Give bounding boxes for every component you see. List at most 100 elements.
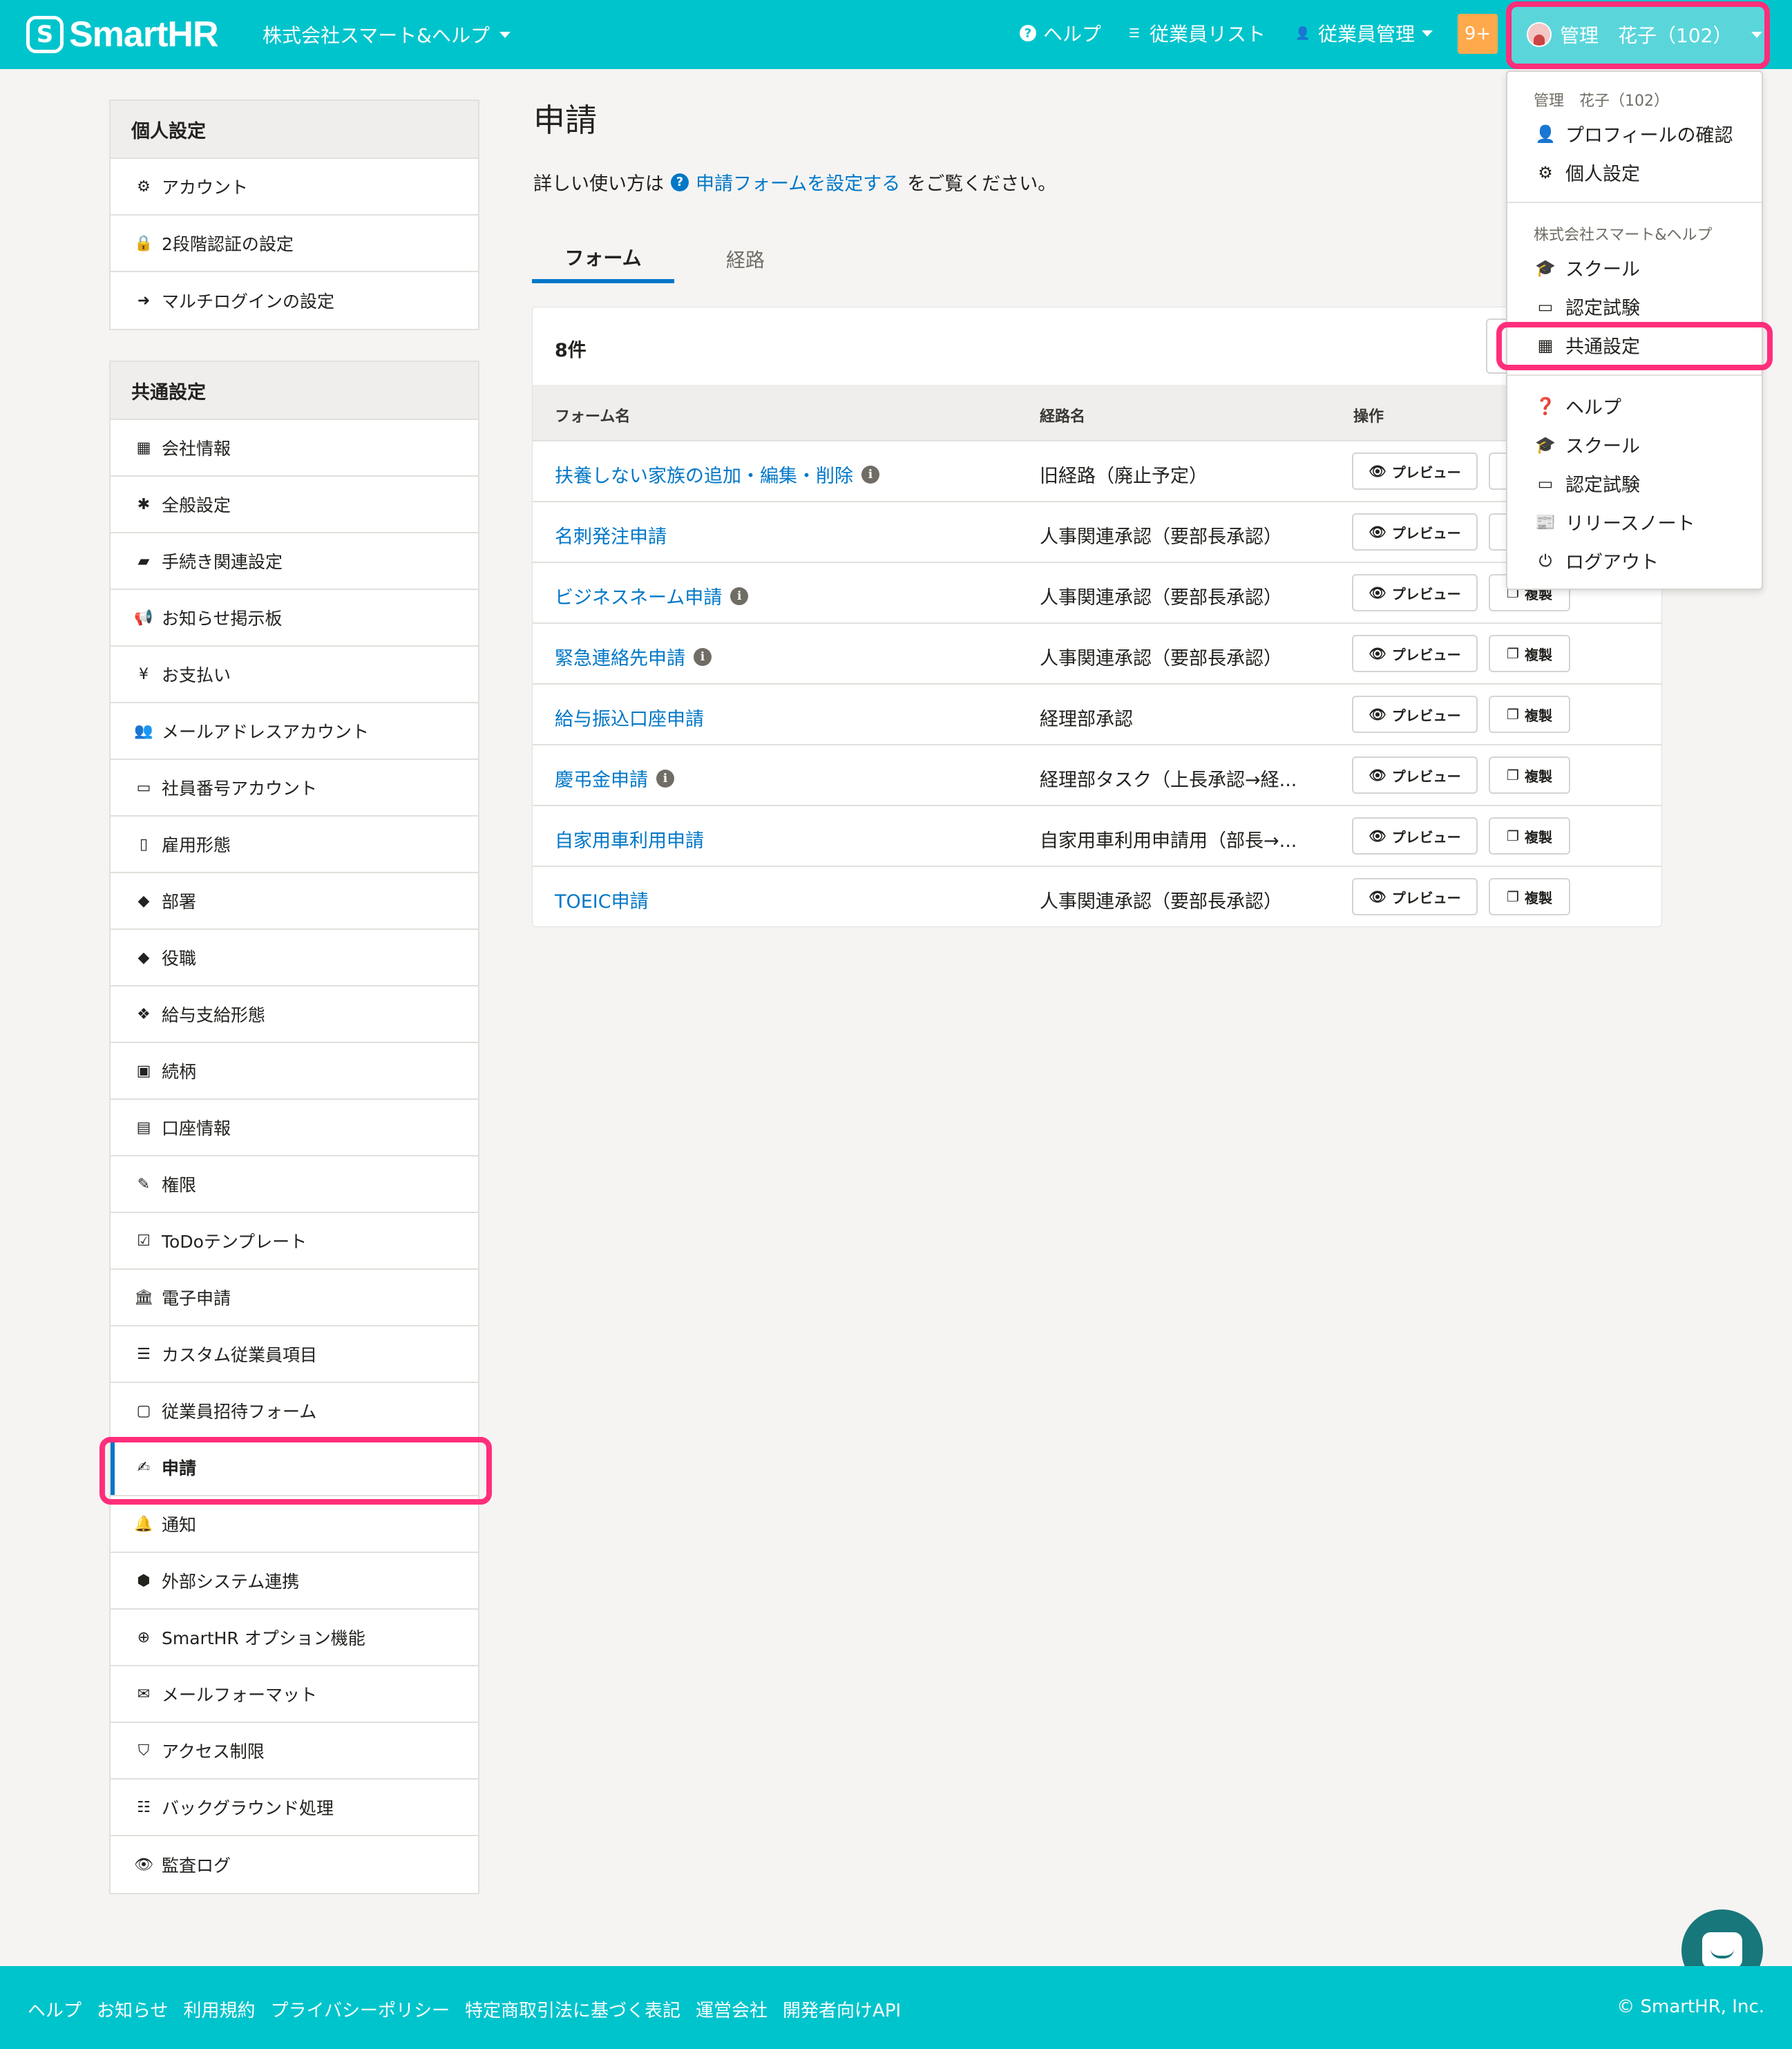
route-name: 人事関連承認（要部長承認） <box>1040 648 1282 669</box>
sidebar-item-background-jobs[interactable]: ☷ バックグラウンド処理 <box>111 1780 478 1836</box>
notification-badge[interactable]: 9+ <box>1458 14 1498 54</box>
footer-links: ヘルプ お知らせ 利用規約 プライバシーポリシー 特定商取引法に基づく表記 運営会社 開発者… <box>28 1996 901 2022</box>
form-name-link[interactable]: ビジネスネーム申請 i <box>555 582 749 609</box>
form-name-link[interactable]: 自家用車利用申請 <box>555 826 704 852</box>
sidebar-item-mail-format[interactable]: ✉ メールフォーマット <box>111 1666 478 1723</box>
footer-link[interactable]: ヘルプ <box>28 1996 82 2022</box>
copy-button[interactable]: ❐ 複製 <box>1489 878 1570 915</box>
employee-list-link[interactable]: ☰ 従業員リスト <box>1126 19 1266 47</box>
menu-item-profile[interactable]: 👤 プロフィールの確認 <box>1535 120 1733 147</box>
copyright: © SmartHR, Inc. <box>1617 1996 1764 2017</box>
sidebar-item-label: お支払い <box>162 665 231 685</box>
sidebar-item-bank-account[interactable]: ▤ 口座情報 <box>111 1100 478 1156</box>
sidebar-item-label: 雇用形態 <box>162 835 231 855</box>
sidebar-item-procedures[interactable]: ▰ 手続き関連設定 <box>111 533 478 590</box>
smarthr-logo[interactable]: S SmartHR <box>26 14 218 55</box>
help-link[interactable]: ? ヘルプ <box>1020 19 1101 47</box>
info-icon[interactable]: i <box>656 769 674 788</box>
sidebar-item-label: SmartHR オプション機能 <box>162 1628 365 1648</box>
menu-item-school[interactable]: 🎓 スクール <box>1535 254 1640 281</box>
sidebar-item-company-info[interactable]: ▦ 会社情報 <box>111 420 478 477</box>
help-article-link[interactable]: 申請フォームを設定する <box>696 169 900 196</box>
form-name-link[interactable]: TOEIC申請 <box>555 886 649 913</box>
form-name-link[interactable]: 慶弔金申請 i <box>555 765 674 792</box>
help-label: ヘルプ <box>1043 23 1102 46</box>
sidebar-item-permissions[interactable]: ✎ 権限 <box>111 1156 478 1213</box>
route-name: 経理部タスク（上長承認→経... <box>1040 770 1297 791</box>
preview-button[interactable]: 👁 プレビュー <box>1352 452 1478 490</box>
sidebar-item-2fa[interactable]: 🔒 2段階認証の設定 <box>111 216 478 272</box>
preview-button[interactable]: 👁 プレビュー <box>1352 574 1478 611</box>
footer-link[interactable]: 運営会社 <box>696 1996 768 2022</box>
preview-label: プレビュー <box>1391 707 1461 724</box>
table-row: 自家用車利用申請 自家用車利用申請用（部長→... 👁 プレビュー ❐ 複製 <box>533 805 1661 866</box>
menu-item-help[interactable]: ❓ ヘルプ <box>1535 392 1621 419</box>
form-name-link[interactable]: 扶養しない家族の追加・編集・削除 i <box>555 461 879 488</box>
form-name-link[interactable]: 緊急連絡先申請 i <box>555 643 712 670</box>
copy-button[interactable]: ❐ 複製 <box>1489 635 1570 672</box>
info-icon[interactable]: i <box>861 465 879 484</box>
form-name: 扶養しない家族の追加・編集・削除 <box>555 466 853 487</box>
sidebar-item-e-application[interactable]: 🏛 電子申請 <box>111 1270 478 1326</box>
footer-link[interactable]: 利用規約 <box>184 1996 256 2022</box>
info-icon[interactable]: i <box>694 647 712 666</box>
company-switcher[interactable]: 株式会社スマート&ヘルプ <box>263 21 511 48</box>
menu-item-release-notes[interactable]: 📰 リリースノート <box>1535 508 1695 535</box>
preview-button[interactable]: 👁 プレビュー <box>1352 756 1478 794</box>
sidebar-item-custom-fields[interactable]: ☰ カスタム従業員項目 <box>111 1326 478 1383</box>
sidebar-item-label: 給与支給形態 <box>162 1005 266 1025</box>
sidebar-item-requests[interactable]: ✍ 申請 <box>111 1440 478 1496</box>
sidebar-item-notifications[interactable]: 🔔 通知 <box>111 1496 478 1553</box>
dropdown-company-label: 株式会社スマート&ヘルプ <box>1534 227 1713 244</box>
sidebar-item-todo-template[interactable]: ☑ ToDoテンプレート <box>111 1213 478 1270</box>
preview-button[interactable]: 👁 プレビュー <box>1352 696 1478 733</box>
sidebar-item-options[interactable]: ⊕ SmartHR オプション機能 <box>111 1610 478 1666</box>
preview-button[interactable]: 👁 プレビュー <box>1352 513 1478 551</box>
copy-button[interactable]: ❐ 複製 <box>1489 756 1570 794</box>
sidebar-item-audit-log[interactable]: 👁 監査ログ <box>111 1836 478 1893</box>
sidebar-item-pay-type[interactable]: ❖ 給与支給形態 <box>111 987 478 1043</box>
employee-manage-menu[interactable]: 👤 従業員管理 <box>1295 19 1433 47</box>
sidebar-item-invite-form[interactable]: ▢ 従業員招待フォーム <box>111 1383 478 1440</box>
sidebar-item-bulletin[interactable]: 📢 お知らせ掲示板 <box>111 590 478 647</box>
footer-link[interactable]: プライバシーポリシー <box>271 1996 450 2022</box>
menu-item-exam-2[interactable]: ▭ 認定試験 <box>1535 470 1640 497</box>
menu-item-school-2[interactable]: 🎓 スクール <box>1535 431 1640 458</box>
user-menu-button[interactable]: 管理 花子（102） <box>1510 4 1766 65</box>
menu-item-logout[interactable]: ⏻ ログアウト <box>1535 547 1659 574</box>
user-key-icon: ✎ <box>137 1175 151 1193</box>
sidebar-item-label: 部署 <box>162 892 197 912</box>
copy-button[interactable]: ❐ 複製 <box>1489 696 1570 733</box>
preview-button[interactable]: 👁 プレビュー <box>1352 635 1478 672</box>
sidebar-item-account[interactable]: ⚙ アカウント <box>111 159 478 216</box>
sidebar-item-label: アカウント <box>162 178 249 198</box>
footer-link[interactable]: 特定商取引法に基づく表記 <box>465 1996 680 2022</box>
menu-item-personal-settings[interactable]: ⚙ 個人設定 <box>1535 159 1640 186</box>
sidebar-item-integrations[interactable]: ⬢ 外部システム連携 <box>111 1553 478 1610</box>
sidebar-item-general[interactable]: ✱ 全般設定 <box>111 477 478 533</box>
footer-link[interactable]: お知らせ <box>97 1996 168 2022</box>
preview-button[interactable]: 👁 プレビュー <box>1352 817 1478 855</box>
footer-link[interactable]: 開発者向けAPI <box>783 1996 901 2022</box>
tab-forms[interactable]: フォーム <box>532 235 674 283</box>
menu-item-common-settings[interactable]: ▦ 共通設定 <box>1535 332 1640 359</box>
form-name-link[interactable]: 給与振込口座申請 <box>555 704 704 731</box>
tab-routes[interactable]: 経路 <box>674 235 817 283</box>
menu-item-exam[interactable]: ▭ 認定試験 <box>1535 293 1640 320</box>
sidebar-item-multi-login[interactable]: ➜ マルチログインの設定 <box>111 272 478 329</box>
sidebar-item-relationship[interactable]: ▣ 続柄 <box>111 1043 478 1100</box>
sidebar-item-employee-number-accounts[interactable]: ▭ 社員番号アカウント <box>111 760 478 817</box>
menu-item-label: 認定試験 <box>1565 298 1640 319</box>
menu-item-label: 共通設定 <box>1565 336 1640 358</box>
sidebar-item-access-limit[interactable]: ⛉ アクセス制限 <box>111 1723 478 1780</box>
sidebar-item-departments[interactable]: ◆ 部署 <box>111 873 478 930</box>
info-icon[interactable]: i <box>730 587 749 605</box>
cubes-icon: ⬢ <box>137 1572 151 1590</box>
sidebar-item-payment[interactable]: ¥ お支払い <box>111 647 478 703</box>
preview-button[interactable]: 👁 プレビュー <box>1352 878 1478 915</box>
sidebar-item-positions[interactable]: ◆ 役職 <box>111 930 478 987</box>
sidebar-item-email-accounts[interactable]: 👥 メールアドレスアカウント <box>111 703 478 760</box>
form-name-link[interactable]: 名刺発注申請 <box>555 522 667 549</box>
copy-button[interactable]: ❐ 複製 <box>1489 817 1570 855</box>
sidebar-item-employment-type[interactable]: ▯ 雇用形態 <box>111 817 478 873</box>
